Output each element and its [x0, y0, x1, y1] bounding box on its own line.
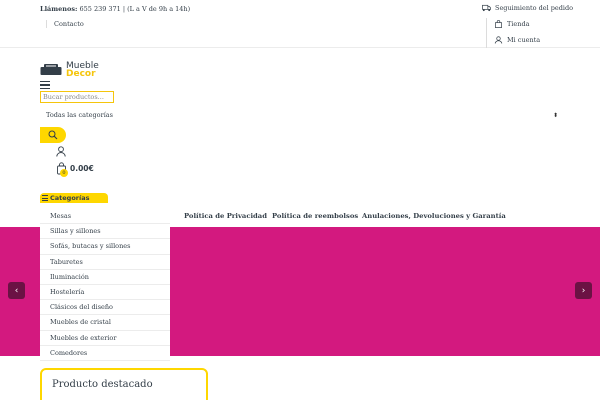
category-item-sillas[interactable]: Sillas y sillones — [40, 224, 170, 240]
category-item-mesas[interactable]: Mesas — [40, 209, 170, 225]
account-link[interactable]: Mi cuenta — [494, 36, 540, 44]
contact-link[interactable]: Contacto — [46, 20, 84, 28]
categories-list: Mesas Sillas y sillones Sofás, butacas y… — [40, 209, 170, 361]
nav-cancellations[interactable]: Anulaciones, Devoluciones y Garantía — [362, 212, 506, 220]
user-account-icon[interactable] — [56, 146, 66, 157]
category-item-cristal[interactable]: Muebles de cristal — [40, 315, 170, 331]
account-label: Mi cuenta — [507, 36, 541, 44]
order-tracking-link[interactable]: Seguimiento del pedido — [482, 4, 573, 12]
hamburger-menu-icon[interactable] — [40, 81, 50, 89]
cart-total[interactable]: 0.00€ — [70, 164, 94, 173]
featured-product-title: Producto destacado — [52, 379, 153, 390]
category-select-value: Todas las categorías — [46, 111, 113, 119]
sofa-logo-icon — [40, 64, 62, 75]
categories-title: Categorías — [50, 194, 90, 202]
select-arrows-icon: ⬍ — [552, 111, 558, 119]
phone-info: Llámenos: 655 239 371 | (L a V de 9h a 1… — [40, 5, 190, 13]
shopping-bag-icon — [495, 20, 502, 28]
featured-product-box: Producto destacado — [40, 368, 208, 400]
chevron-right-icon: › — [581, 285, 586, 296]
phone-label: Llámenos: — [40, 5, 78, 13]
search-input[interactable] — [40, 91, 114, 103]
category-item-hosteleria[interactable]: Hostelería — [40, 285, 170, 301]
order-tracking-label: Seguimiento del pedido — [495, 4, 574, 12]
nav-refund-policy[interactable]: Política de reembolsos — [272, 212, 358, 220]
logo-line2: Decor — [66, 69, 96, 79]
phone-text: 655 239 371 | (L a V de 9h a 14h) — [79, 5, 191, 13]
site-logo[interactable]: Mueble Decor — [40, 61, 112, 79]
cart-count-badge: 0 — [60, 169, 68, 177]
category-item-exterior[interactable]: Muebles de exterior — [40, 331, 170, 346]
category-item-sofas[interactable]: Sofás, butacas y sillones — [40, 239, 170, 255]
category-item-iluminacion[interactable]: Iluminación — [40, 270, 170, 285]
list-icon — [42, 195, 48, 201]
store-label: Tienda — [507, 20, 530, 28]
slider-next-button[interactable]: › — [575, 282, 592, 299]
category-item-taburetes[interactable]: Taburetes — [40, 255, 170, 270]
store-link[interactable]: Tienda — [494, 20, 529, 28]
search-icon — [48, 130, 58, 140]
category-item-clasicos[interactable]: Clásicos del diseño — [40, 300, 170, 316]
user-icon — [494, 36, 503, 44]
categories-button[interactable]: Categorías — [40, 193, 108, 203]
chevron-left-icon: ‹ — [14, 285, 19, 296]
divider — [486, 18, 487, 48]
search-button[interactable] — [40, 127, 66, 143]
category-select[interactable]: Todas las categorías ⬍ — [40, 108, 558, 122]
slider-prev-button[interactable]: ‹ — [8, 282, 25, 299]
nav-privacy-policy[interactable]: Política de Privacidad — [184, 212, 267, 220]
truck-icon — [482, 4, 491, 12]
category-item-comedores[interactable]: Comedores — [40, 346, 170, 361]
